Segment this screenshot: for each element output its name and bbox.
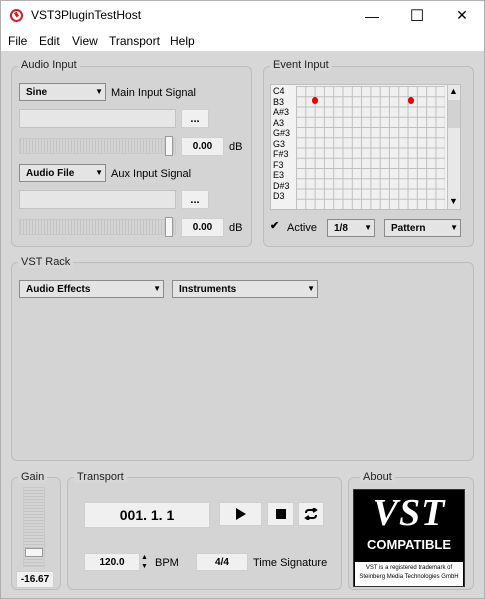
transport-title: Transport <box>74 471 127 483</box>
main-gain-slider-thumb[interactable] <box>165 136 173 156</box>
key-label: D#3 <box>273 181 290 191</box>
compatible-text: COMPATIBLE <box>366 537 451 552</box>
key-label: F3 <box>273 160 284 170</box>
rack-subcategory-select[interactable]: Instruments ▼ <box>172 280 318 298</box>
transport-panel <box>67 477 342 590</box>
main-input-label: Main Input Signal <box>111 87 196 99</box>
loop-button[interactable] <box>298 502 324 526</box>
mode-value: Pattern <box>391 222 426 234</box>
gain-slider-thumb[interactable] <box>25 548 43 557</box>
position-display: 001. 1. 1 <box>84 502 210 528</box>
rate-select[interactable]: 1/8 ▼ <box>327 219 375 237</box>
active-label: Active <box>287 222 317 234</box>
stop-icon <box>275 509 286 519</box>
trademark-line-2: Steinberg Media Technologies GmbH <box>359 574 459 580</box>
aux-source-value: Audio File <box>26 167 75 179</box>
aux-gain-slider[interactable] <box>19 219 176 235</box>
rack-category-value: Audio Effects <box>26 283 91 295</box>
app-icon <box>10 9 23 22</box>
vst-logo-text: VST <box>372 492 446 534</box>
chevron-down-icon: ▼ <box>450 223 458 232</box>
bpm-label: BPM <box>155 557 179 569</box>
key-label: A3 <box>273 118 285 128</box>
aux-gain-unit: dB <box>229 222 243 234</box>
gain-value[interactable]: -16.67 <box>16 571 54 588</box>
scroll-down-icon[interactable]: ▼ <box>449 196 458 206</box>
aux-gain-value[interactable]: 0.00 <box>181 218 224 237</box>
chevron-down-icon: ▼ <box>307 284 315 293</box>
loop-icon <box>304 508 318 520</box>
aux-source-select[interactable]: Audio File ▼ <box>19 164 106 182</box>
active-checkbox[interactable]: ✔ <box>270 221 281 232</box>
key-label: B3 <box>273 97 285 107</box>
scroll-thumb[interactable] <box>448 100 460 128</box>
key-label: E3 <box>273 170 285 180</box>
maximize-button[interactable]: ☐ <box>394 0 440 31</box>
audio-input-title: Audio Input <box>18 59 80 71</box>
note-marker[interactable] <box>408 97 414 104</box>
time-signature-value[interactable]: 4/4 <box>196 553 248 571</box>
event-input-title: Event Input <box>270 59 332 71</box>
gain-title: Gain <box>18 471 48 483</box>
minimize-button[interactable]: — <box>349 0 395 31</box>
vst-rack-title: VST Rack <box>18 256 74 268</box>
rack-category-select[interactable]: Audio Effects ▼ <box>19 280 164 298</box>
play-icon <box>235 508 246 520</box>
key-label: G#3 <box>273 128 291 138</box>
main-gain-value[interactable]: 0.00 <box>181 137 224 156</box>
main-browse-button[interactable]: ... <box>181 109 209 128</box>
main-source-select[interactable]: Sine ▼ <box>19 83 106 101</box>
window-title: VST3PluginTestHost <box>31 8 142 22</box>
close-button[interactable]: ✕ <box>439 0 485 31</box>
menu-transport[interactable]: Transport <box>109 34 160 48</box>
menu-view[interactable]: View <box>72 34 98 48</box>
menu-edit[interactable]: Edit <box>39 34 60 48</box>
chevron-down-icon: ▼ <box>95 87 103 96</box>
key-label: A#3 <box>273 107 290 117</box>
tempo-spinner[interactable]: ▲ ▼ <box>141 553 148 571</box>
main-gain-unit: dB <box>229 141 243 153</box>
menu-file[interactable]: File <box>8 34 27 48</box>
note-marker[interactable] <box>312 97 318 104</box>
stop-button[interactable] <box>267 502 294 526</box>
main-source-value: Sine <box>26 86 48 98</box>
note-grid[interactable] <box>296 86 445 209</box>
trademark-line-1: VST is a registered trademark of <box>365 565 453 571</box>
aux-browse-button[interactable]: ... <box>181 190 209 209</box>
key-label: G3 <box>273 139 286 149</box>
aux-gain-slider-thumb[interactable] <box>165 217 173 237</box>
menu-help[interactable]: Help <box>170 34 195 48</box>
main-gain-slider[interactable] <box>19 138 176 154</box>
time-signature-label: Time Signature <box>253 557 328 569</box>
chevron-down-icon: ▼ <box>364 223 372 232</box>
play-button[interactable] <box>219 502 262 526</box>
scroll-up-icon[interactable]: ▲ <box>449 86 458 96</box>
mode-select[interactable]: Pattern ▼ <box>384 219 461 237</box>
rack-subcategory-value: Instruments <box>179 283 237 295</box>
key-label: C4 <box>273 86 285 96</box>
tempo-value[interactable]: 120.0 <box>84 553 140 571</box>
chevron-down-icon: ▼ <box>153 284 161 293</box>
main-file-field[interactable] <box>19 109 176 128</box>
key-label: D3 <box>273 191 285 200</box>
key-label: F#3 <box>273 149 289 159</box>
aux-file-field[interactable] <box>19 190 176 209</box>
aux-input-label: Aux Input Signal <box>111 168 192 180</box>
about-title: About <box>360 471 395 483</box>
rate-value: 1/8 <box>334 222 348 234</box>
chevron-down-icon: ▼ <box>95 168 103 177</box>
